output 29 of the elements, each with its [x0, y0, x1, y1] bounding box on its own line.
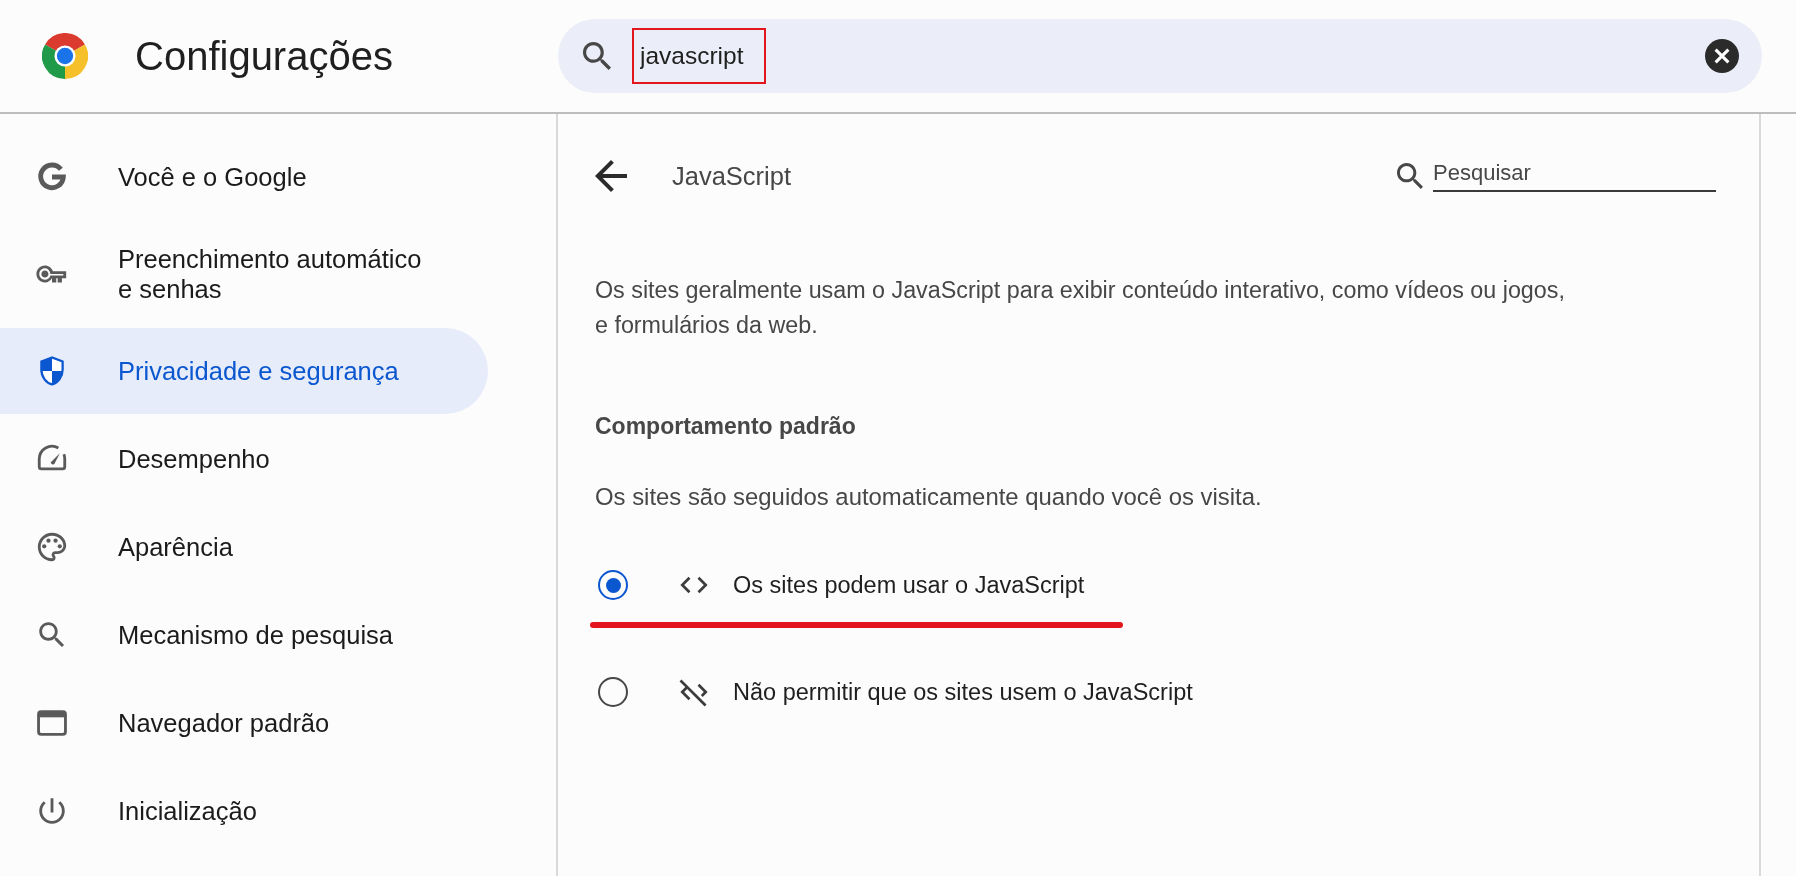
radio-button[interactable] — [598, 677, 628, 707]
option-label: Não permitir que os sites usem o JavaScript — [733, 678, 1193, 706]
page-title: Configurações — [135, 33, 393, 79]
close-icon — [1705, 39, 1739, 73]
sidebar-item[interactable]: Preenchimento automático e senhas — [0, 222, 488, 326]
sidebar-item[interactable]: Aparência — [0, 504, 488, 590]
sidebar-item[interactable]: Mecanismo de pesquisa — [0, 592, 488, 678]
section-description: Os sites são seguidos automaticamente quando você os visita. — [595, 482, 1263, 512]
app-logo-icon — [42, 33, 88, 79]
palette-icon — [35, 530, 69, 564]
search-icon — [1397, 163, 1423, 189]
radio-button[interactable] — [598, 570, 628, 600]
sidebar-item[interactable]: Navegador padrão — [0, 680, 488, 766]
search-field[interactable]: Pesquisar — [1433, 160, 1716, 192]
back-button[interactable] — [595, 160, 627, 192]
back-arrow-icon — [595, 160, 627, 192]
section-title: JavaScript — [672, 161, 792, 191]
sidebar-item[interactable]: Você e o Google — [0, 134, 488, 220]
search-icon — [583, 42, 611, 70]
description-text: Os sites geralmente usam o JavaScript para exibir conteúdo interativo, como vídeos ou jogos, e formulários da web. — [595, 276, 1566, 340]
search-bar[interactable]: javascript — [558, 19, 1762, 93]
sidebar-item[interactable]: Inicialização — [0, 768, 488, 854]
crossed-code-icon — [679, 677, 709, 707]
search-input[interactable]: javascript — [632, 28, 766, 84]
option-label: Os sites podem usar o JavaScript — [733, 571, 1085, 599]
clear-button[interactable] — [1705, 39, 1739, 73]
section-heading: Comportamento padrão — [595, 412, 857, 441]
sidebar-item[interactable]: Desempenho — [0, 416, 488, 502]
sidebar-item[interactable]: Privacidade e segurança — [0, 328, 488, 414]
